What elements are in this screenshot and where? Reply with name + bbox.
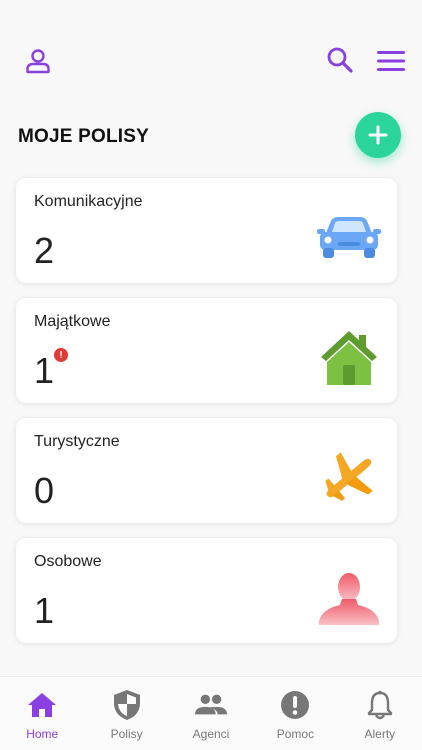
- policy-count: 1: [34, 350, 55, 391]
- app-screen: MOJE POLISY Komunikacyjne 2 Majątkowe 1 …: [0, 0, 422, 750]
- policy-card-osobowe[interactable]: Osobowe 1: [16, 538, 397, 643]
- policy-card-majatkowe[interactable]: Majątkowe 1 !: [16, 298, 397, 403]
- policy-list: Komunikacyjne 2 Majątkowe 1 ! Turystyczn…: [16, 178, 397, 658]
- user-icon: [26, 49, 50, 74]
- policy-count: 0: [34, 470, 55, 511]
- plus-icon: [368, 125, 388, 145]
- policy-category-label: Majątkowe: [34, 313, 111, 330]
- policy-card-turystyczne[interactable]: Turystyczne 0: [16, 418, 397, 523]
- help-icon: [279, 689, 311, 721]
- page-title: MOJE POLISY: [18, 126, 150, 147]
- tab-label: Home: [26, 727, 59, 741]
- bell-icon: [364, 689, 396, 721]
- tab-pomoc[interactable]: Pomoc: [253, 677, 337, 750]
- tab-alerty[interactable]: Alerty: [338, 677, 422, 750]
- people-icon: [195, 689, 228, 721]
- tab-label: Polisy: [110, 727, 143, 741]
- tab-label: Alerty: [364, 727, 396, 741]
- top-bar: [0, 0, 422, 100]
- policy-category-label: Komunikacyjne: [34, 193, 143, 210]
- hamburger-menu-icon: [377, 51, 405, 71]
- tab-polisy[interactable]: Polisy: [84, 677, 168, 750]
- menu-button[interactable]: [374, 45, 408, 77]
- alert-badge: !: [54, 348, 68, 362]
- user-profile-button[interactable]: [22, 45, 54, 77]
- search-icon: [327, 47, 353, 73]
- add-policy-button[interactable]: [355, 112, 401, 158]
- bottom-tab-bar: Home Polisy Agenci Pomoc Alerty: [0, 676, 422, 750]
- policy-category-label: Osobowe: [34, 553, 102, 570]
- person-icon: [317, 568, 381, 628]
- house-icon: [317, 328, 381, 388]
- policy-card-komunikacyjne[interactable]: Komunikacyjne 2: [16, 178, 397, 283]
- search-button[interactable]: [324, 44, 356, 76]
- tab-label: Agenci: [192, 727, 230, 741]
- shield-icon: [111, 689, 143, 721]
- tab-agenci[interactable]: Agenci: [169, 677, 253, 750]
- policy-count: 2: [34, 230, 55, 271]
- policy-category-label: Turystyczne: [34, 433, 120, 450]
- policy-count: 1: [34, 590, 55, 631]
- car-icon: [317, 208, 381, 268]
- tab-label: Pomoc: [276, 727, 315, 741]
- airplane-icon: [317, 448, 381, 508]
- home-icon: [26, 689, 58, 721]
- tab-home[interactable]: Home: [0, 677, 84, 750]
